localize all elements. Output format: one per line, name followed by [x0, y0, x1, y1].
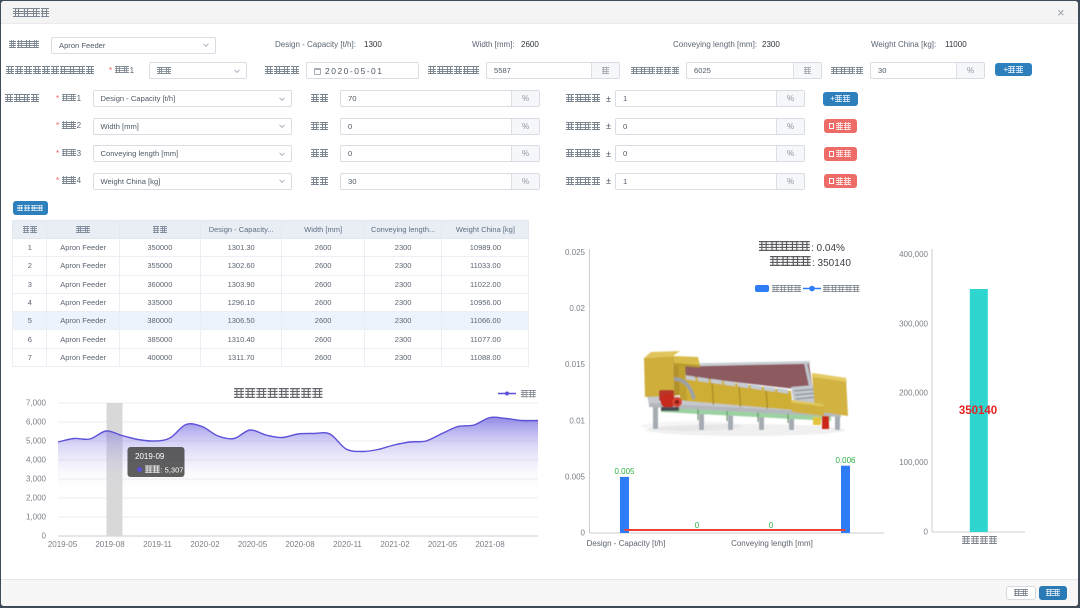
- svg-text:2021-02: 2021-02: [380, 540, 410, 549]
- svg-text:350140: 350140: [959, 405, 997, 417]
- svg-text:: 0.04%: : 0.04%: [811, 243, 845, 254]
- svg-text:0: 0: [769, 521, 774, 530]
- svg-text:0: 0: [581, 529, 586, 538]
- svg-text:2021-08: 2021-08: [475, 540, 505, 549]
- svg-text:3,000: 3,000: [26, 475, 47, 484]
- svg-text:0.006: 0.006: [835, 456, 856, 465]
- svg-text:2020-08: 2020-08: [285, 540, 315, 549]
- svg-text:400,000: 400,000: [899, 250, 928, 259]
- svg-text:6,000: 6,000: [26, 418, 47, 427]
- svg-text:Conveying length [mm]: Conveying length [mm]: [731, 539, 813, 548]
- svg-text:0: 0: [924, 528, 929, 537]
- svg-text:0.005: 0.005: [614, 467, 635, 476]
- svg-text:0.005: 0.005: [565, 472, 586, 481]
- svg-text:0: 0: [695, 521, 700, 530]
- svg-text:4,000: 4,000: [26, 456, 47, 465]
- svg-text:: 5,307: : 5,307: [161, 466, 184, 475]
- svg-text:2019-11: 2019-11: [143, 540, 172, 549]
- svg-text:2,000: 2,000: [26, 494, 47, 503]
- svg-text:0.025: 0.025: [565, 248, 586, 257]
- svg-text:: 350140: : 350140: [812, 258, 851, 269]
- svg-text:2020-05: 2020-05: [238, 540, 268, 549]
- svg-text:300,000: 300,000: [899, 319, 928, 328]
- svg-text:100,000: 100,000: [899, 458, 928, 467]
- svg-text:0.02: 0.02: [569, 304, 585, 313]
- svg-text:200,000: 200,000: [899, 389, 928, 398]
- svg-text:0: 0: [42, 532, 47, 541]
- svg-text:2020-11: 2020-11: [333, 540, 362, 549]
- svg-text:0.015: 0.015: [565, 360, 586, 369]
- svg-text:2019-05: 2019-05: [48, 540, 78, 549]
- svg-text:7,000: 7,000: [26, 399, 47, 408]
- svg-text:0.01: 0.01: [569, 416, 585, 425]
- svg-text:2020-02: 2020-02: [190, 540, 220, 549]
- svg-text:1,000: 1,000: [26, 513, 47, 522]
- svg-text:Design - Capacity [t/h]: Design - Capacity [t/h]: [587, 539, 666, 548]
- svg-text:2019-08: 2019-08: [95, 540, 125, 549]
- svg-text:2019-09: 2019-09: [135, 452, 165, 461]
- svg-text:5,000: 5,000: [26, 437, 47, 446]
- svg-text:2021-05: 2021-05: [428, 540, 458, 549]
